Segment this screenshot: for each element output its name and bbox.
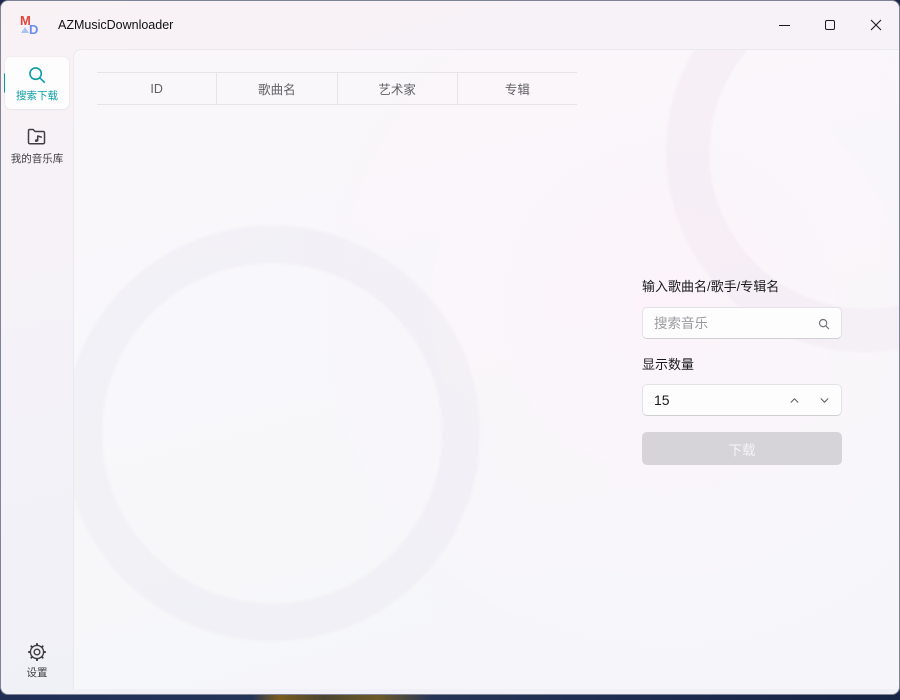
- app-window: M D AZMusicDownloader: [0, 0, 900, 695]
- sidebar-item-search-download[interactable]: 搜索下载: [5, 57, 69, 109]
- maximize-icon: [825, 20, 835, 30]
- logo-triangle: [21, 27, 29, 33]
- music-library-folder-icon: [25, 125, 49, 149]
- sidebar-item-settings[interactable]: 设置: [5, 635, 69, 685]
- chevron-down-icon: [817, 393, 832, 408]
- chevron-up-icon: [787, 393, 802, 408]
- column-header-album: 专辑: [457, 73, 577, 104]
- minimize-button[interactable]: [761, 1, 807, 49]
- gear-icon: [26, 641, 48, 663]
- sidebar-item-label: 设置: [27, 665, 48, 680]
- sidebar: 搜索下载 我的音乐库: [1, 49, 73, 689]
- column-header-id: ID: [97, 73, 216, 104]
- maximize-button[interactable]: [807, 1, 853, 49]
- search-input[interactable]: [643, 308, 841, 338]
- minimize-icon: [779, 25, 790, 26]
- download-button[interactable]: 下载: [642, 432, 842, 465]
- display-count-input[interactable]: [643, 392, 779, 408]
- column-header-song-name: 歌曲名: [216, 73, 336, 104]
- column-header-artist: 艺术家: [337, 73, 457, 104]
- search-field-label: 输入歌曲名/歌手/专辑名: [642, 276, 779, 295]
- sidebar-item-label: 搜索下载: [16, 88, 58, 103]
- logo-letter-d: D: [29, 22, 38, 37]
- close-button[interactable]: [853, 1, 899, 49]
- search-icon: [26, 64, 48, 86]
- search-box: [642, 307, 842, 339]
- close-icon: [870, 19, 882, 31]
- search-icon: [817, 317, 831, 331]
- count-field-label: 显示数量: [642, 354, 694, 373]
- results-table-header: ID 歌曲名 艺术家 专辑: [97, 72, 577, 105]
- window-controls: [761, 1, 899, 49]
- app-logo: M D: [19, 12, 45, 38]
- sidebar-item-my-music-library[interactable]: 我的音乐库: [5, 119, 69, 171]
- content-panel: ID 歌曲名 艺术家 专辑 输入歌曲名/歌手/专辑名 显示数量: [73, 49, 899, 689]
- display-count-numberbox: [642, 384, 842, 416]
- count-increase-button[interactable]: [779, 387, 809, 413]
- titlebar: M D AZMusicDownloader: [1, 1, 899, 49]
- count-decrease-button[interactable]: [809, 387, 839, 413]
- sidebar-item-label: 我的音乐库: [11, 151, 64, 166]
- app-title: AZMusicDownloader: [58, 18, 173, 32]
